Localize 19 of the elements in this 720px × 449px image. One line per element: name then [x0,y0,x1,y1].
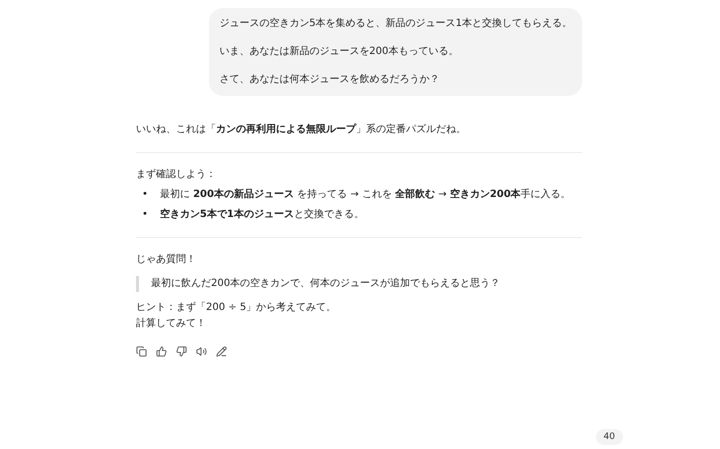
bullet-item: 最初に 200本の新品ジュース を持ってる → これを 全部飲む → 空きカン200本手に入る。 [160,187,571,202]
response-text: いいね、これは「カンの再利用による無限ループ」系の定番パズルだね。 [136,122,466,137]
response-text: 計算してみて！ [136,316,206,331]
copy-icon[interactable] [136,346,147,357]
thumbs-down-icon[interactable] [176,346,187,357]
quote-text: 最初に飲んだ200本の空きカンで、何本のジュースが追加でもらえると思う？ [136,276,582,292]
speaker-icon[interactable] [196,346,207,357]
response-text: まず確認しよう： [136,168,216,182]
message-text: さて、あなたは何本ジュースを飲めるだろうか？ [219,72,440,87]
counter-badge: 40 [596,429,623,445]
bullet-item: 空きカン5本で1本のジュースと交換できる。 [160,208,364,222]
bullet-marker: • [142,208,148,222]
message-text: いま、あなたは新品のジュースを200本もっている。 [219,44,458,59]
message-text: ジュースの空きカン5本を集めると、新品のジュース1本と交換してもらえる。 [219,16,572,31]
pencil-icon[interactable] [216,346,227,357]
response-text: じゃあ質問！ [136,252,196,267]
response-text: ヒント：まず「200 ÷ 5」から考えてみて。 [136,300,336,315]
thumbs-up-icon[interactable] [156,346,167,357]
bullet-marker: • [142,188,148,202]
